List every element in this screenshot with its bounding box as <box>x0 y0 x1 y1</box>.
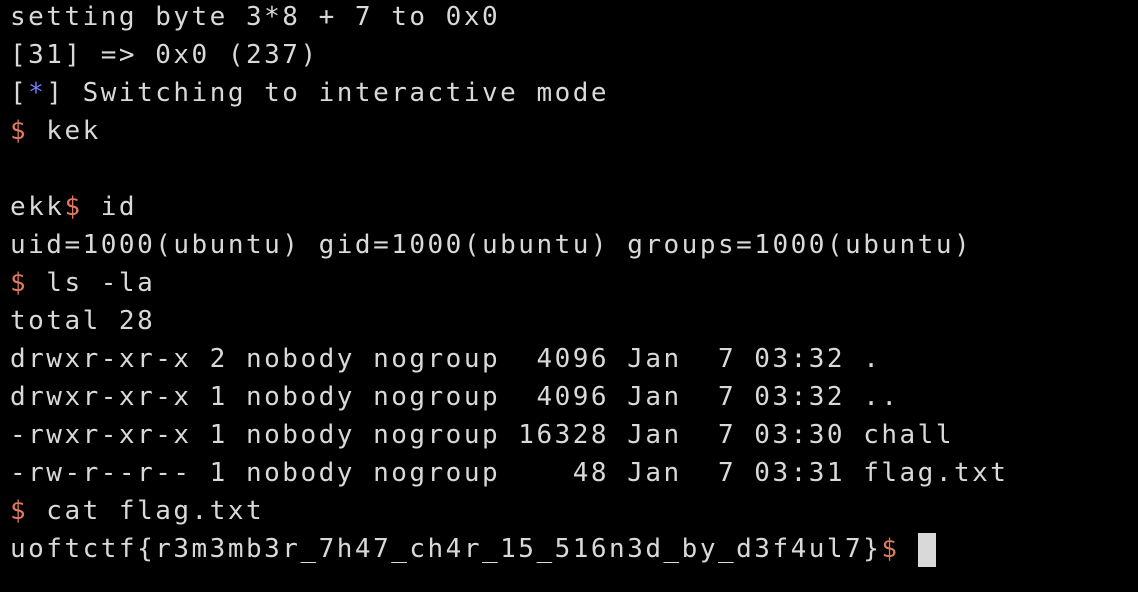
flag-text: uoftctf{r3m3mb3r_7h47_ch4r_15_516n3d_by_… <box>10 534 882 564</box>
flag-output-line[interactable]: uoftctf{r3m3mb3r_7h47_ch4r_15_516n3d_by_… <box>10 530 1138 568</box>
prompt-symbol: $ <box>10 496 29 526</box>
listing-row-flag: -rw-r--r-- 1 nobody nogroup 48 Jan 7 03:… <box>10 458 1009 488</box>
output-line-id: uid=1000(ubuntu) gid=1000(ubuntu) groups… <box>10 230 973 260</box>
command-text: id <box>82 192 138 222</box>
output-line-index-value: [31] => 0x0 (237) <box>10 40 319 70</box>
output-prefix: ekk <box>10 192 65 222</box>
command-text: cat flag.txt <box>28 496 265 526</box>
prompt-symbol: $ <box>10 116 29 146</box>
terminal-window[interactable]: setting byte 3*8 + 7 to 0x0 [31] => 0x0 … <box>0 0 1138 592</box>
prompt-symbol: $ <box>881 534 900 564</box>
text-cursor[interactable] <box>917 532 936 567</box>
command-text: kek <box>28 116 101 146</box>
prompt-symbol: $ <box>10 268 29 298</box>
listing-row-current-dir: drwxr-xr-x 2 nobody nogroup 4096 Jan 7 0… <box>10 344 882 374</box>
output-line-setting-byte: setting byte 3*8 + 7 to 0x0 <box>10 2 501 32</box>
prompt-symbol: $ <box>64 192 83 222</box>
command-line-id: ekk$ id <box>10 188 1138 226</box>
command-line-kek: $ kek <box>10 112 1138 150</box>
info-star-icon: * <box>28 78 47 108</box>
command-line-cat: $ cat flag.txt <box>10 492 1138 530</box>
listing-row-chall: -rwxr-xr-x 1 nobody nogroup 16328 Jan 7 … <box>10 420 954 450</box>
output-line-switching-mode: [*] Switching to interactive mode <box>10 74 1138 112</box>
switching-text: ] Switching to interactive mode <box>46 78 610 108</box>
command-line-ls: $ ls -la <box>10 264 1138 302</box>
bracket-open: [ <box>10 78 29 108</box>
output-line-total: total 28 <box>10 306 156 336</box>
listing-row-parent-dir: drwxr-xr-x 1 nobody nogroup 4096 Jan 7 0… <box>10 382 900 412</box>
command-text: ls -la <box>28 268 156 298</box>
